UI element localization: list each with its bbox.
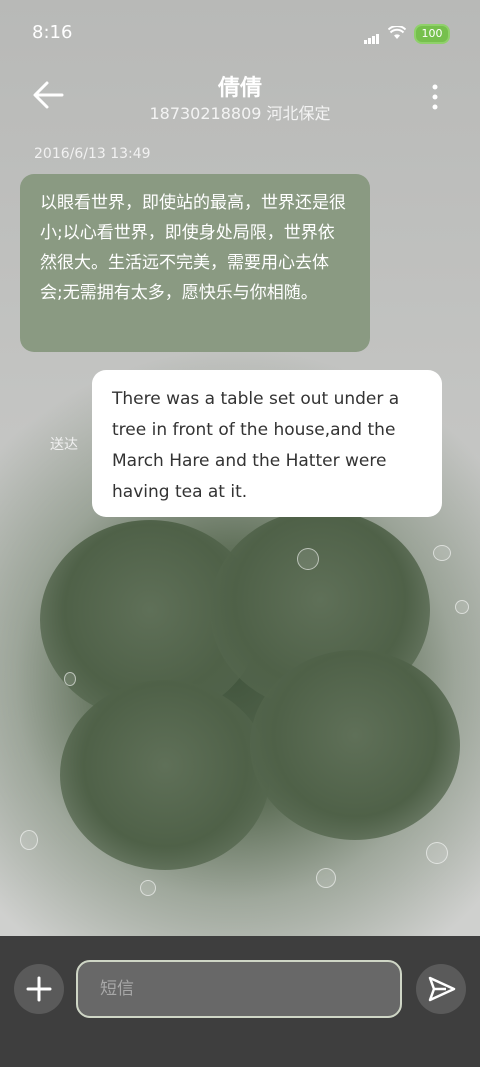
contact-name: 倩倩 xyxy=(217,76,262,101)
incoming-message-bubble[interactable]: 以眼看世界，即使站的最高，世界还是很小;以心看世界，即使身处局限，世界依然很大。… xyxy=(20,174,370,352)
conversation-header: 倩倩 18730218809 河北保定 xyxy=(0,64,480,132)
signal-icon xyxy=(364,25,380,44)
more-options-button[interactable] xyxy=(430,82,440,112)
water-drop xyxy=(433,545,451,561)
message-timestamp: 2016/6/13 13:49 xyxy=(34,146,151,162)
add-attachment-button[interactable] xyxy=(14,964,64,1014)
contact-number-location: 18730218809 河北保定 xyxy=(149,104,331,123)
plus-icon xyxy=(26,976,52,1002)
clover-leaf xyxy=(60,680,270,870)
sent-status: 送达 xyxy=(50,437,78,453)
status-time: 8:16 xyxy=(32,22,73,43)
message-input[interactable]: 短信 xyxy=(76,960,402,1018)
outgoing-message-bubble[interactable]: There was a table set out under a tree i… xyxy=(92,370,442,517)
water-drop xyxy=(426,842,448,864)
water-drop xyxy=(316,868,336,888)
status-icons: 100 xyxy=(364,24,450,44)
send-button[interactable] xyxy=(416,964,466,1014)
water-drop xyxy=(64,672,76,686)
water-drop xyxy=(297,548,319,570)
composer-bar: 短信 xyxy=(0,936,480,1067)
water-drop xyxy=(20,830,38,850)
water-drop xyxy=(455,600,469,614)
more-vertical-icon xyxy=(432,84,438,110)
status-bar: 8:16 100 xyxy=(0,0,480,64)
clover-leaf xyxy=(250,650,460,840)
send-icon xyxy=(428,976,456,1002)
wifi-icon xyxy=(387,24,407,44)
battery-level: 100 xyxy=(421,27,443,40)
water-drop xyxy=(140,880,156,896)
battery-icon: 100 xyxy=(414,24,450,44)
